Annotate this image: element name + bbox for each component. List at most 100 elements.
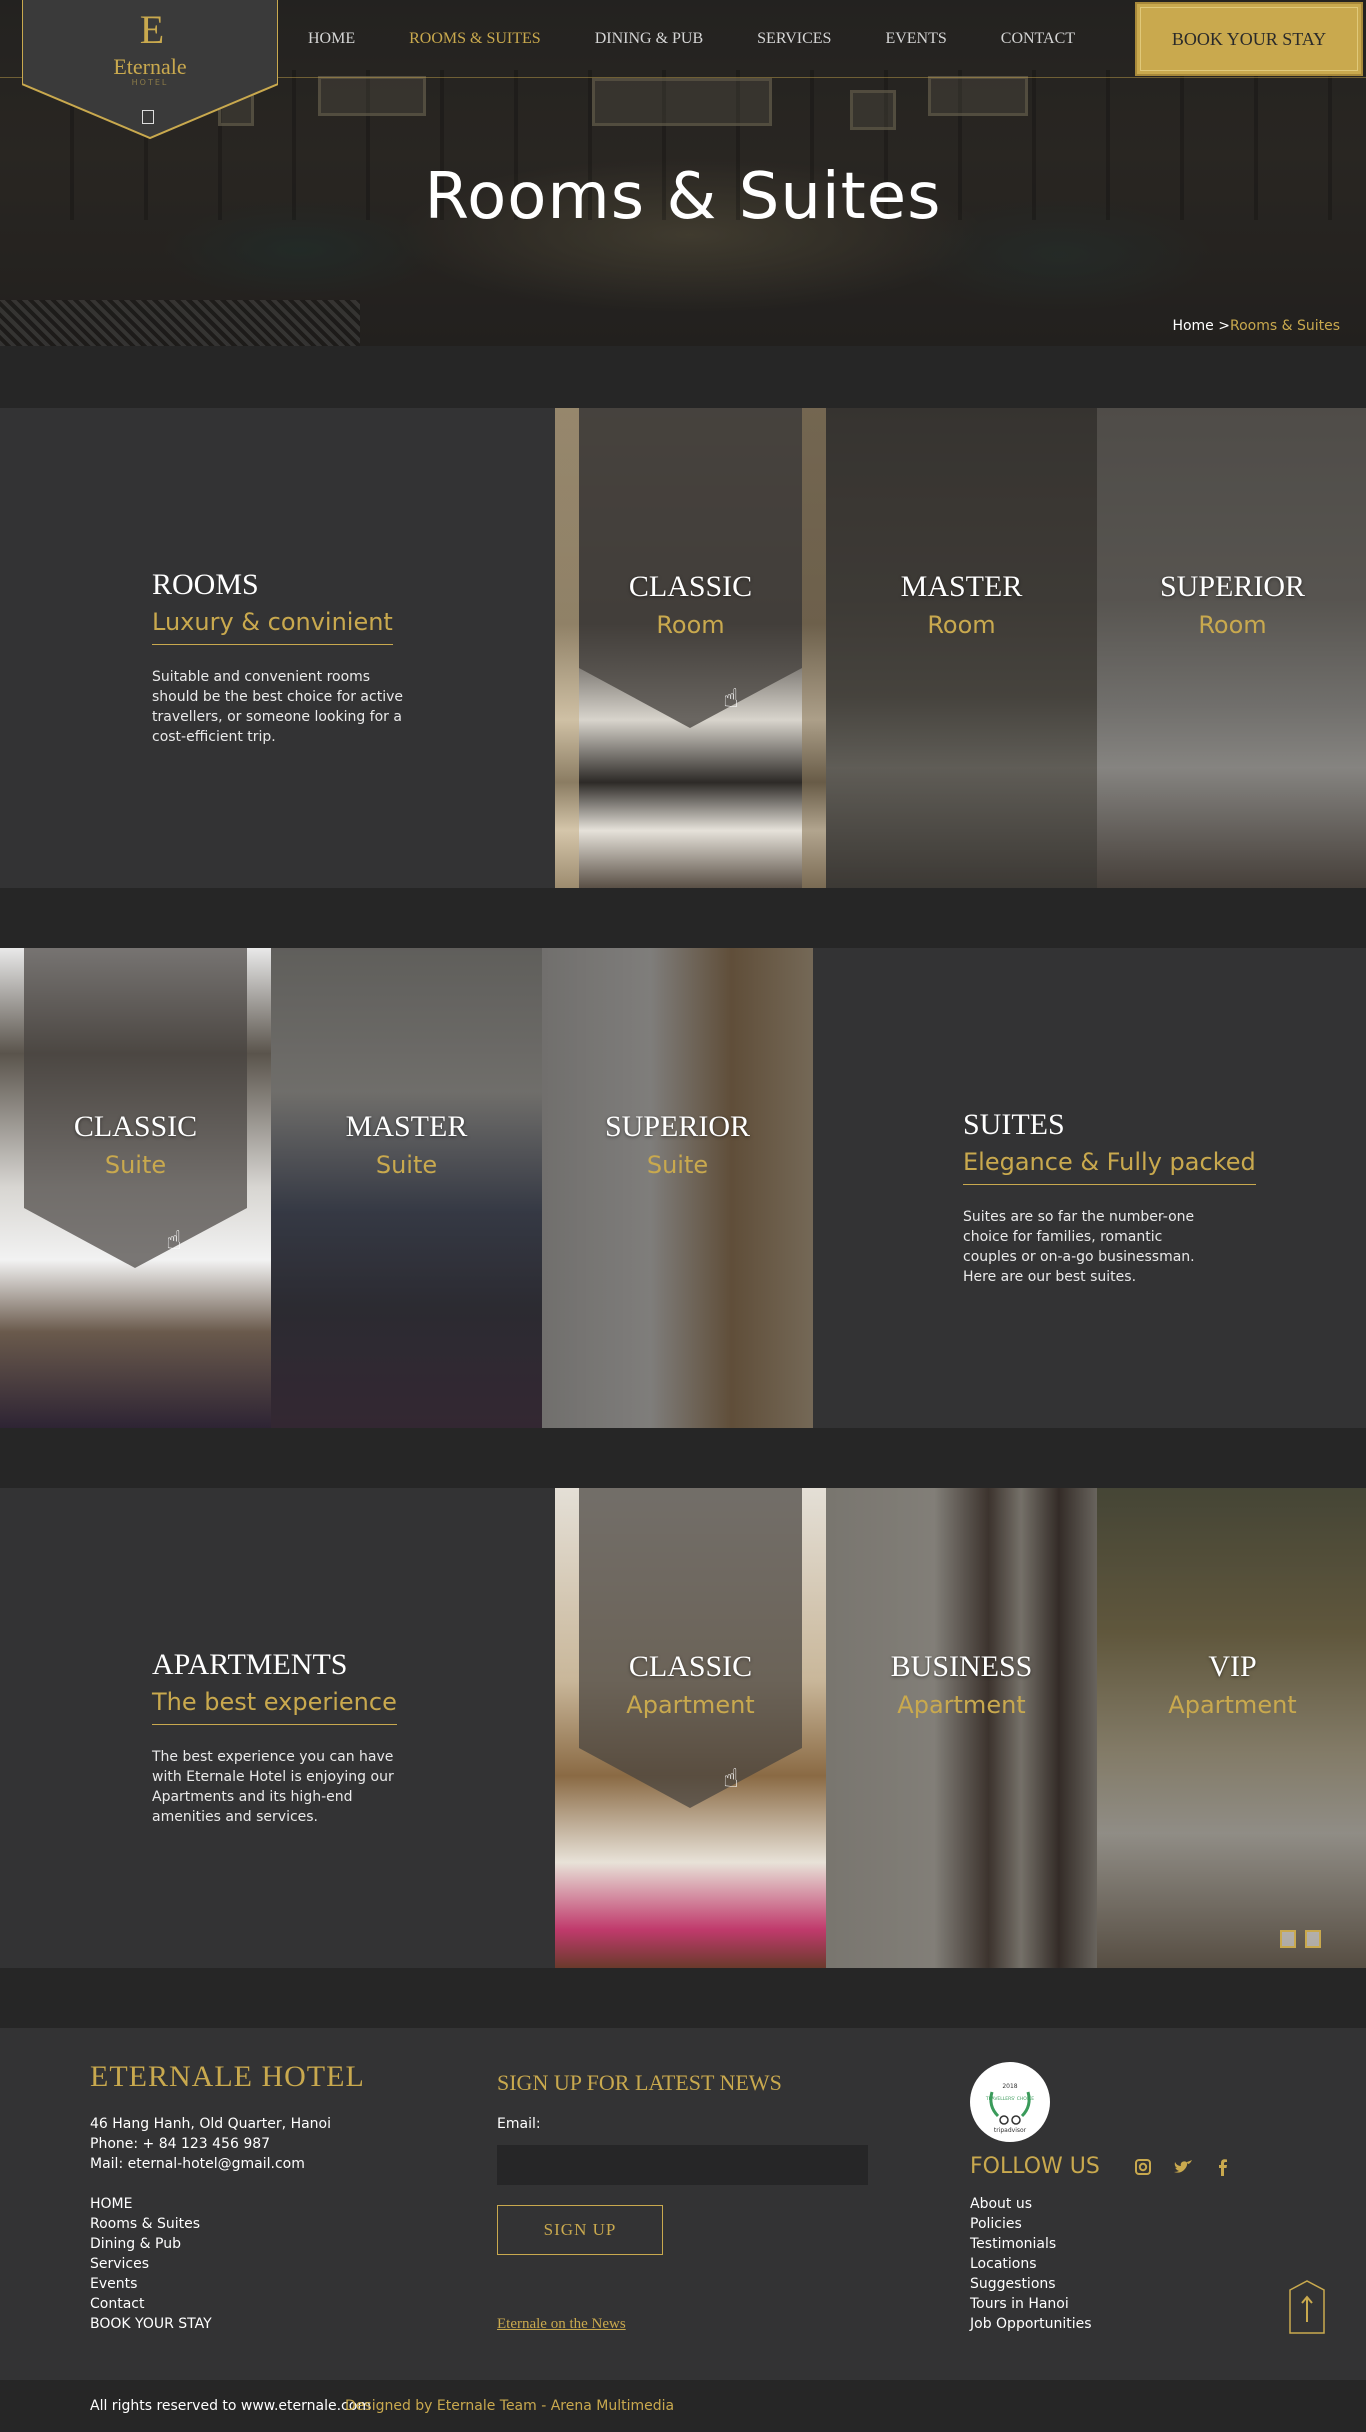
card-title: SUPERIOR — [1159, 570, 1306, 603]
card-subtitle: Apartment — [1168, 1691, 1297, 1719]
badge-year: 2018 — [1002, 2083, 1017, 2090]
nav-events[interactable]: EVENTS — [885, 30, 946, 48]
footer-link-contact[interactable]: Contact — [90, 2294, 212, 2314]
footer-link-events[interactable]: Events — [90, 2274, 212, 2294]
card-title: CLASSIC — [628, 570, 753, 603]
nav-contact[interactable]: CONTACT — [1001, 30, 1075, 48]
footer-link-jobs[interactable]: Job Opportunities — [970, 2314, 1092, 2334]
twitter-icon[interactable] — [1172, 2156, 1194, 2178]
breadcrumb: Home >Rooms & Suites — [1172, 318, 1340, 334]
facebook-icon[interactable] — [1212, 2156, 1234, 2178]
footer-link-rooms-suites[interactable]: Rooms & Suites — [90, 2214, 212, 2234]
apartment-card-vip[interactable]: VIP Apartment — [1097, 1488, 1366, 1968]
back-to-top-button[interactable] — [1289, 2280, 1325, 2334]
nav-dining-pub[interactable]: DINING & PUB — [595, 30, 703, 48]
footer-link-services[interactable]: Services — [90, 2254, 212, 2274]
email-field[interactable] — [497, 2145, 868, 2185]
nav-home[interactable]: HOME — [308, 30, 355, 48]
hand-cursor-icon: ☝ — [723, 1764, 739, 1794]
newsletter-title: SIGN UP FOR LATEST NEWS — [497, 2070, 782, 2095]
footer-mail: Mail: eternal-hotel@gmail.com — [90, 2156, 305, 2172]
copyright-designed: Designed by Eternale Team - Arena Multim… — [345, 2398, 675, 2414]
card-title: VIP — [1208, 1650, 1257, 1683]
card-title: CLASSIC — [628, 1650, 753, 1683]
suites-intro: SUITES Elegance & Fully packed Suites ar… — [963, 1108, 1256, 1287]
hand-cursor-icon: ☝ — [723, 684, 739, 714]
eternale-on-news-link[interactable]: Eternale on the News — [497, 2316, 626, 2333]
top-navigation: E Eternale HOTEL HOME ROOMS & SUITES DIN… — [0, 0, 1366, 140]
card-subtitle: Suite — [375, 1151, 438, 1179]
apartments-intro: APARTMENTS The best experience The best … — [152, 1648, 408, 1827]
rooms-section: ROOMS Luxury & convinient Suitable and c… — [0, 408, 1366, 888]
footer-link-testimonials[interactable]: Testimonials — [970, 2234, 1092, 2254]
card-subtitle: Room — [1198, 611, 1267, 639]
footer-link-book[interactable]: BOOK YOUR STAY — [90, 2314, 212, 2334]
logo-text: Eternale — [113, 54, 187, 79]
copyright-bar: All rights reserved to www.eternale.com … — [0, 2380, 1366, 2432]
footer-link-tours[interactable]: Tours in Hanoi — [970, 2294, 1092, 2314]
breadcrumb-current: Rooms & Suites — [1229, 318, 1340, 334]
card-title: BUSINESS — [890, 1650, 1033, 1683]
copyright-rights: All rights reserved to www.eternale.com — [90, 2398, 371, 2414]
apartments-description: The best experience you can have with Et… — [152, 1749, 394, 1825]
badge-brand: tripadvisor — [994, 2127, 1027, 2134]
menu-toggle-icon[interactable] — [142, 110, 154, 124]
footer-link-home[interactable]: HOME — [90, 2194, 212, 2214]
footer-address: 46 Hang Hanh, Old Quarter, Hanoi — [90, 2116, 332, 2132]
book-your-stay-button[interactable]: BOOK YOUR STAY — [1135, 2, 1363, 76]
sign-up-button[interactable]: SIGN UP — [497, 2205, 663, 2255]
apartments-title: APARTMENTS — [152, 1648, 348, 1681]
suites-section: CLASSIC Suite ☝ MASTER Suite SUPERIOR Su… — [0, 948, 1366, 1428]
nav-rooms-suites[interactable]: ROOMS & SUITES — [409, 30, 541, 48]
rooms-description: Suitable and convenient rooms should be … — [152, 669, 403, 745]
suites-subtitle: Elegance & Fully packed — [963, 1148, 1256, 1185]
room-card-master[interactable]: MASTER Room — [826, 408, 1097, 888]
card-subtitle: Room — [656, 611, 725, 639]
card-subtitle: Suite — [646, 1151, 709, 1179]
footer-link-dining-pub[interactable]: Dining & Pub — [90, 2234, 212, 2254]
footer: ETERNALE HOTEL 46 Hang Hanh, Old Quarter… — [0, 2028, 1366, 2380]
suite-card-master[interactable]: MASTER Suite — [271, 948, 542, 1428]
card-chevron-overlay — [24, 948, 247, 1268]
footer-link-about[interactable]: About us — [970, 2194, 1092, 2214]
footer-link-policies[interactable]: Policies — [970, 2214, 1092, 2234]
footer-brand: ETERNALE HOTEL — [90, 2060, 365, 2093]
footer-contact: 46 Hang Hanh, Old Quarter, Hanoi Phone: … — [90, 2114, 331, 2174]
tripadvisor-badge[interactable]: 2018 TRAVELLERS' CHOICE tripadvisor — [970, 2062, 1050, 2142]
logo-subtext: HOTEL — [131, 78, 169, 87]
footer-link-suggestions[interactable]: Suggestions — [970, 2274, 1092, 2294]
suites-title: SUITES — [963, 1108, 1065, 1141]
footer-phone: Phone: + 84 123 456 987 — [90, 2136, 271, 2152]
card-subtitle: Suite — [104, 1151, 167, 1179]
follow-us-label: FOLLOW US — [970, 2154, 1100, 2179]
badge-choice: TRAVELLERS' CHOICE — [985, 2096, 1034, 2102]
logo-mark-icon: E — [139, 7, 165, 52]
nav-services[interactable]: SERVICES — [757, 30, 831, 48]
apartment-card-business[interactable]: BUSINESS Apartment — [826, 1488, 1097, 1968]
apartments-section: APARTMENTS The best experience The best … — [0, 1488, 1366, 1968]
apartment-card-classic[interactable]: CLASSIC Apartment ☝ — [555, 1488, 826, 1968]
page-title: Rooms & Suites — [424, 160, 942, 234]
room-card-classic[interactable]: CLASSIC Room ☝ — [555, 408, 826, 888]
suite-card-classic[interactable]: CLASSIC Suite ☝ — [0, 948, 271, 1428]
email-label: Email: — [497, 2116, 541, 2132]
footer-link-locations[interactable]: Locations — [970, 2254, 1092, 2274]
suites-description: Suites are so far the number-one choice … — [963, 1209, 1195, 1285]
card-subtitle: Apartment — [626, 1691, 755, 1719]
nav-menu: HOME ROOMS & SUITES DINING & PUB SERVICE… — [308, 30, 1129, 48]
suite-card-superior[interactable]: SUPERIOR Suite — [542, 948, 813, 1428]
footer-links: HOME Rooms & Suites Dining & Pub Service… — [90, 2194, 212, 2334]
rooms-intro: ROOMS Luxury & convinient Suitable and c… — [152, 568, 408, 747]
rooms-subtitle: Luxury & convinient — [152, 608, 393, 645]
card-subtitle: Apartment — [897, 1691, 1026, 1719]
card-chevron-overlay — [579, 1488, 802, 1808]
apartments-subtitle: The best experience — [152, 1688, 397, 1725]
slider-dot[interactable] — [1305, 1930, 1321, 1948]
instagram-icon[interactable] — [1132, 2156, 1154, 2178]
logo-badge[interactable]: E Eternale HOTEL — [22, 0, 278, 140]
card-title: SUPERIOR — [604, 1110, 751, 1143]
card-chevron-overlay — [579, 408, 802, 728]
breadcrumb-home[interactable]: Home > — [1172, 318, 1230, 334]
slider-dot[interactable] — [1280, 1930, 1296, 1948]
room-card-superior[interactable]: SUPERIOR Room — [1097, 408, 1366, 888]
